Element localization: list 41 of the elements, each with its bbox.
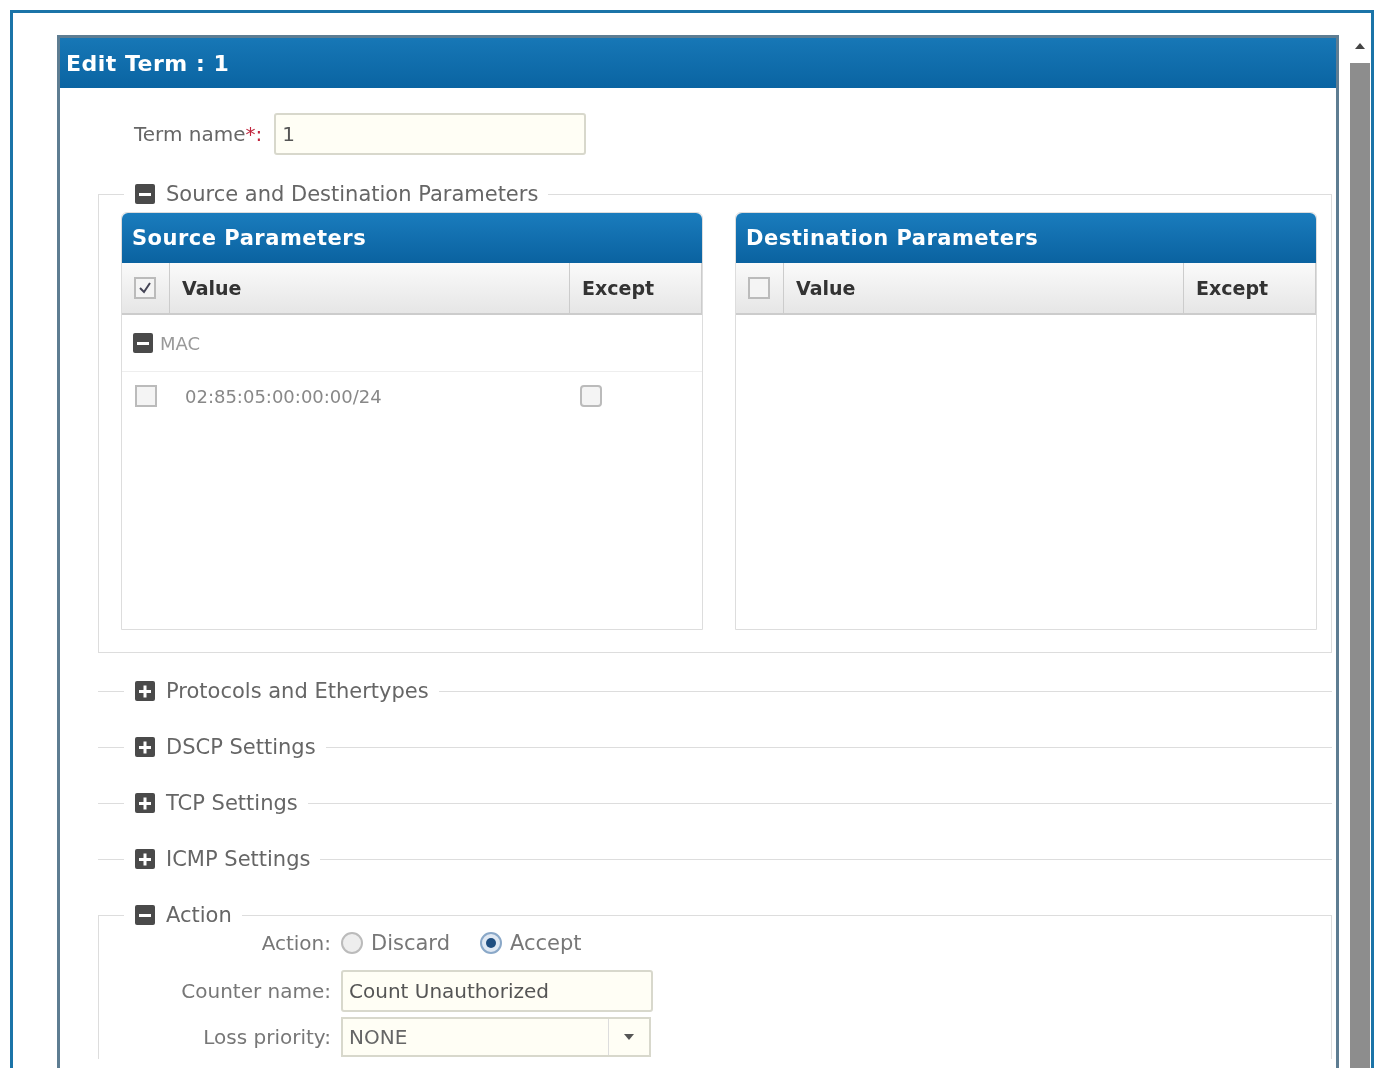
caret-icon	[622, 1033, 636, 1041]
select-all-checkbox[interactable]	[748, 277, 770, 299]
except-checkbox[interactable]	[580, 385, 602, 407]
section-title[interactable]: Source and Destination Parameters	[166, 182, 539, 206]
plus-icon[interactable]	[134, 736, 156, 758]
loss-priority-dropdown[interactable]: NONE	[341, 1017, 651, 1057]
scrollbar-thumb[interactable]	[1350, 63, 1370, 1068]
section-title[interactable]: TCP Settings	[166, 791, 298, 815]
panel-title: Destination Parameters	[736, 213, 1316, 263]
field-label: Loss priority:	[202, 1025, 331, 1049]
minus-icon[interactable]	[134, 904, 156, 926]
field-label: Term name	[134, 122, 246, 146]
column-heading[interactable]: Value	[170, 263, 570, 313]
counter-name-field[interactable]: Count Unauthorized	[341, 970, 653, 1012]
selected-radio[interactable]	[479, 932, 502, 954]
value-cell-text: 02:85:05:00:00:00/24	[184, 385, 383, 407]
radio-option[interactable]: Discard	[341, 931, 450, 955]
radio-option[interactable]: Accept	[479, 931, 582, 955]
dialog-title: Edit Term : 1	[60, 38, 1336, 88]
column-heading[interactable]: Except	[570, 263, 702, 313]
select-all-checkbox[interactable]	[134, 277, 156, 299]
field-label: Action:	[260, 931, 331, 955]
minus-icon[interactable]	[132, 332, 154, 354]
section-title[interactable]: DSCP Settings	[166, 735, 316, 759]
group-label: MAC	[160, 332, 201, 354]
column-heading[interactable]: Except	[1184, 263, 1316, 313]
minus-icon[interactable]	[134, 183, 156, 205]
section-title[interactable]: Action	[166, 903, 232, 927]
required-mark: *:	[245, 122, 263, 146]
field-label: Counter name:	[180, 979, 331, 1003]
section-title[interactable]: Protocols and Ethertypes	[166, 679, 429, 703]
term-name-field[interactable]: 1	[274, 113, 587, 155]
radio-circle[interactable]	[341, 932, 363, 954]
plus-icon[interactable]	[134, 680, 156, 702]
panel-title: Source Parameters	[122, 213, 702, 263]
column-heading[interactable]: Value	[784, 263, 1184, 313]
check-icon	[138, 281, 152, 295]
section-title[interactable]: ICMP Settings	[166, 847, 311, 871]
row-checkbox[interactable]	[135, 385, 157, 407]
plus-icon[interactable]	[134, 792, 156, 814]
plus-icon[interactable]	[134, 848, 156, 870]
